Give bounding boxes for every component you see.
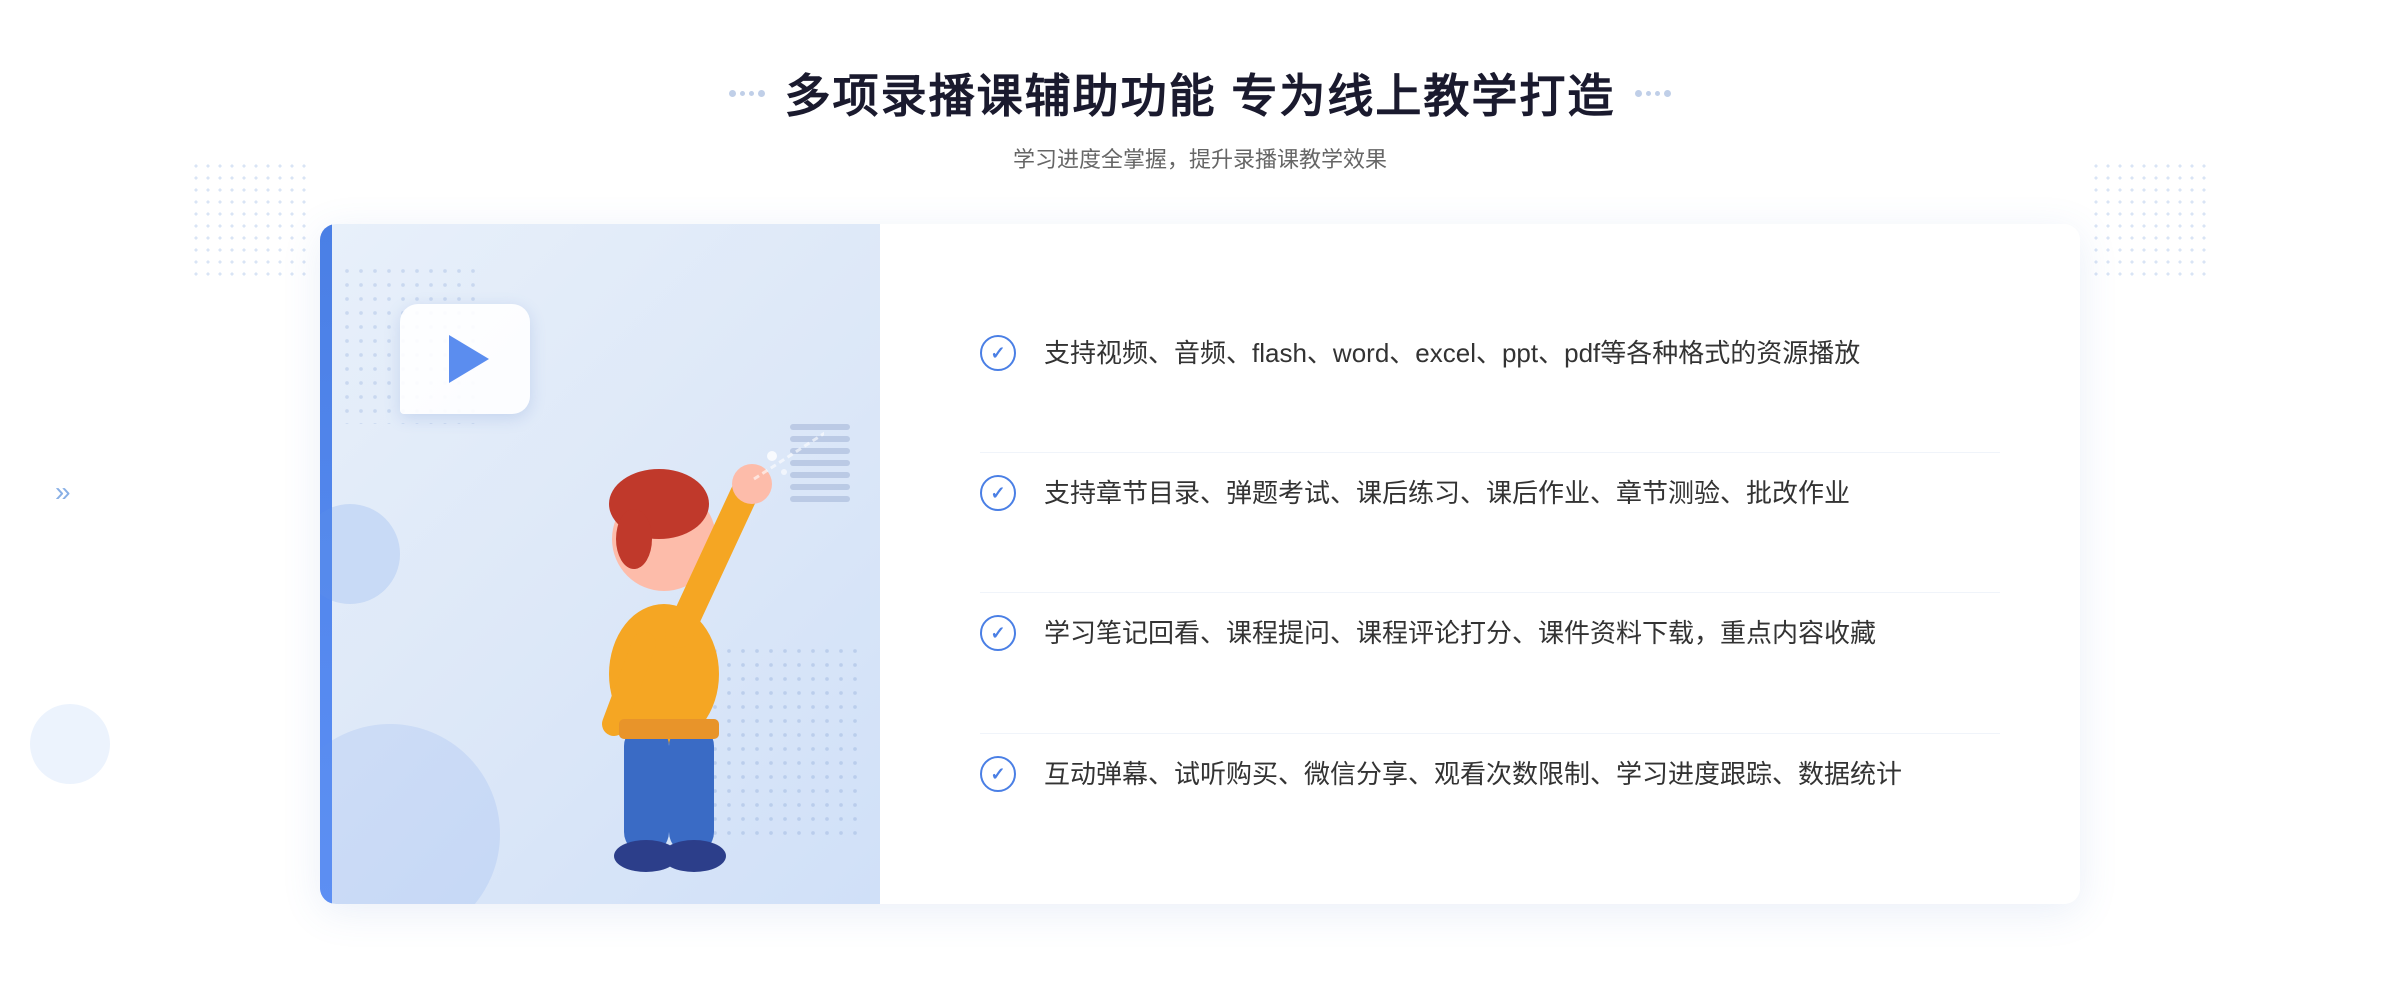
feature-item-3: ✓ 学习笔记回看、课程提问、课程评论打分、课件资料下载，重点内容收藏 xyxy=(980,592,2000,675)
illustration-panel xyxy=(320,224,880,904)
feature-text-4: 互动弹幕、试听购买、微信分享、观看次数限制、学习进度跟踪、数据统计 xyxy=(1044,754,1902,796)
checkmark-4: ✓ xyxy=(990,765,1005,783)
blue-circle-small xyxy=(320,504,400,604)
dot-6 xyxy=(1646,91,1651,96)
check-icon-1: ✓ xyxy=(980,335,1016,371)
feature-text-1: 支持视频、音频、flash、word、excel、ppt、pdf等各种格式的资源… xyxy=(1044,333,1860,375)
play-icon xyxy=(449,335,489,383)
checkmark-2: ✓ xyxy=(990,484,1005,502)
dot-4 xyxy=(758,90,765,97)
page-container: » 多项录播课辅助功能 专为线上教学打造 学习进度全掌握，提升录播课教学效果 xyxy=(0,0,2400,984)
main-title: 多项录播课辅助功能 专为线上教学打造 xyxy=(785,60,1616,126)
dot-5 xyxy=(1635,90,1642,97)
dot-1 xyxy=(729,90,736,97)
blue-circle-large xyxy=(320,724,500,904)
left-chevron-decoration: » xyxy=(55,478,71,506)
subtitle: 学习进度全掌握，提升录播课教学效果 xyxy=(729,142,1672,174)
header-dots-left xyxy=(729,90,765,97)
feature-item-4: ✓ 互动弹幕、试听购买、微信分享、观看次数限制、学习进度跟踪、数据统计 xyxy=(980,733,2000,816)
dot-8 xyxy=(1664,90,1671,97)
check-icon-2: ✓ xyxy=(980,475,1016,511)
feature-item-2: ✓ 支持章节目录、弹题考试、课后练习、课后作业、章节测验、批改作业 xyxy=(980,452,2000,535)
check-icon-4: ✓ xyxy=(980,756,1016,792)
header-section: 多项录播课辅助功能 专为线上教学打造 学习进度全掌握，提升录播课教学效果 xyxy=(729,60,1672,174)
checkmark-1: ✓ xyxy=(990,344,1005,362)
chevron-icon: » xyxy=(55,478,71,506)
decorative-dots-top-right xyxy=(2090,160,2210,280)
decorative-dots-top-left xyxy=(190,160,310,280)
check-icon-3: ✓ xyxy=(980,615,1016,651)
dot-2 xyxy=(740,91,745,96)
header-decorators: 多项录播课辅助功能 专为线上教学打造 xyxy=(729,60,1672,126)
feature-item-1: ✓ 支持视频、音频、flash、word、excel、ppt、pdf等各种格式的… xyxy=(980,313,2000,395)
checkmark-3: ✓ xyxy=(990,624,1005,642)
dot-3 xyxy=(749,91,754,96)
side-circle-decoration xyxy=(30,704,110,784)
feature-text-3: 学习笔记回看、课程提问、课程评论打分、课件资料下载，重点内容收藏 xyxy=(1044,613,1876,655)
person-illustration xyxy=(504,384,824,904)
content-card: ✓ 支持视频、音频、flash、word、excel、ppt、pdf等各种格式的… xyxy=(320,224,2080,904)
feature-text-2: 支持章节目录、弹题考试、课后练习、课后作业、章节测验、批改作业 xyxy=(1044,473,1850,515)
dot-7 xyxy=(1655,91,1660,96)
header-dots-right xyxy=(1635,90,1671,97)
features-panel: ✓ 支持视频、音频、flash、word、excel、ppt、pdf等各种格式的… xyxy=(880,224,2080,904)
